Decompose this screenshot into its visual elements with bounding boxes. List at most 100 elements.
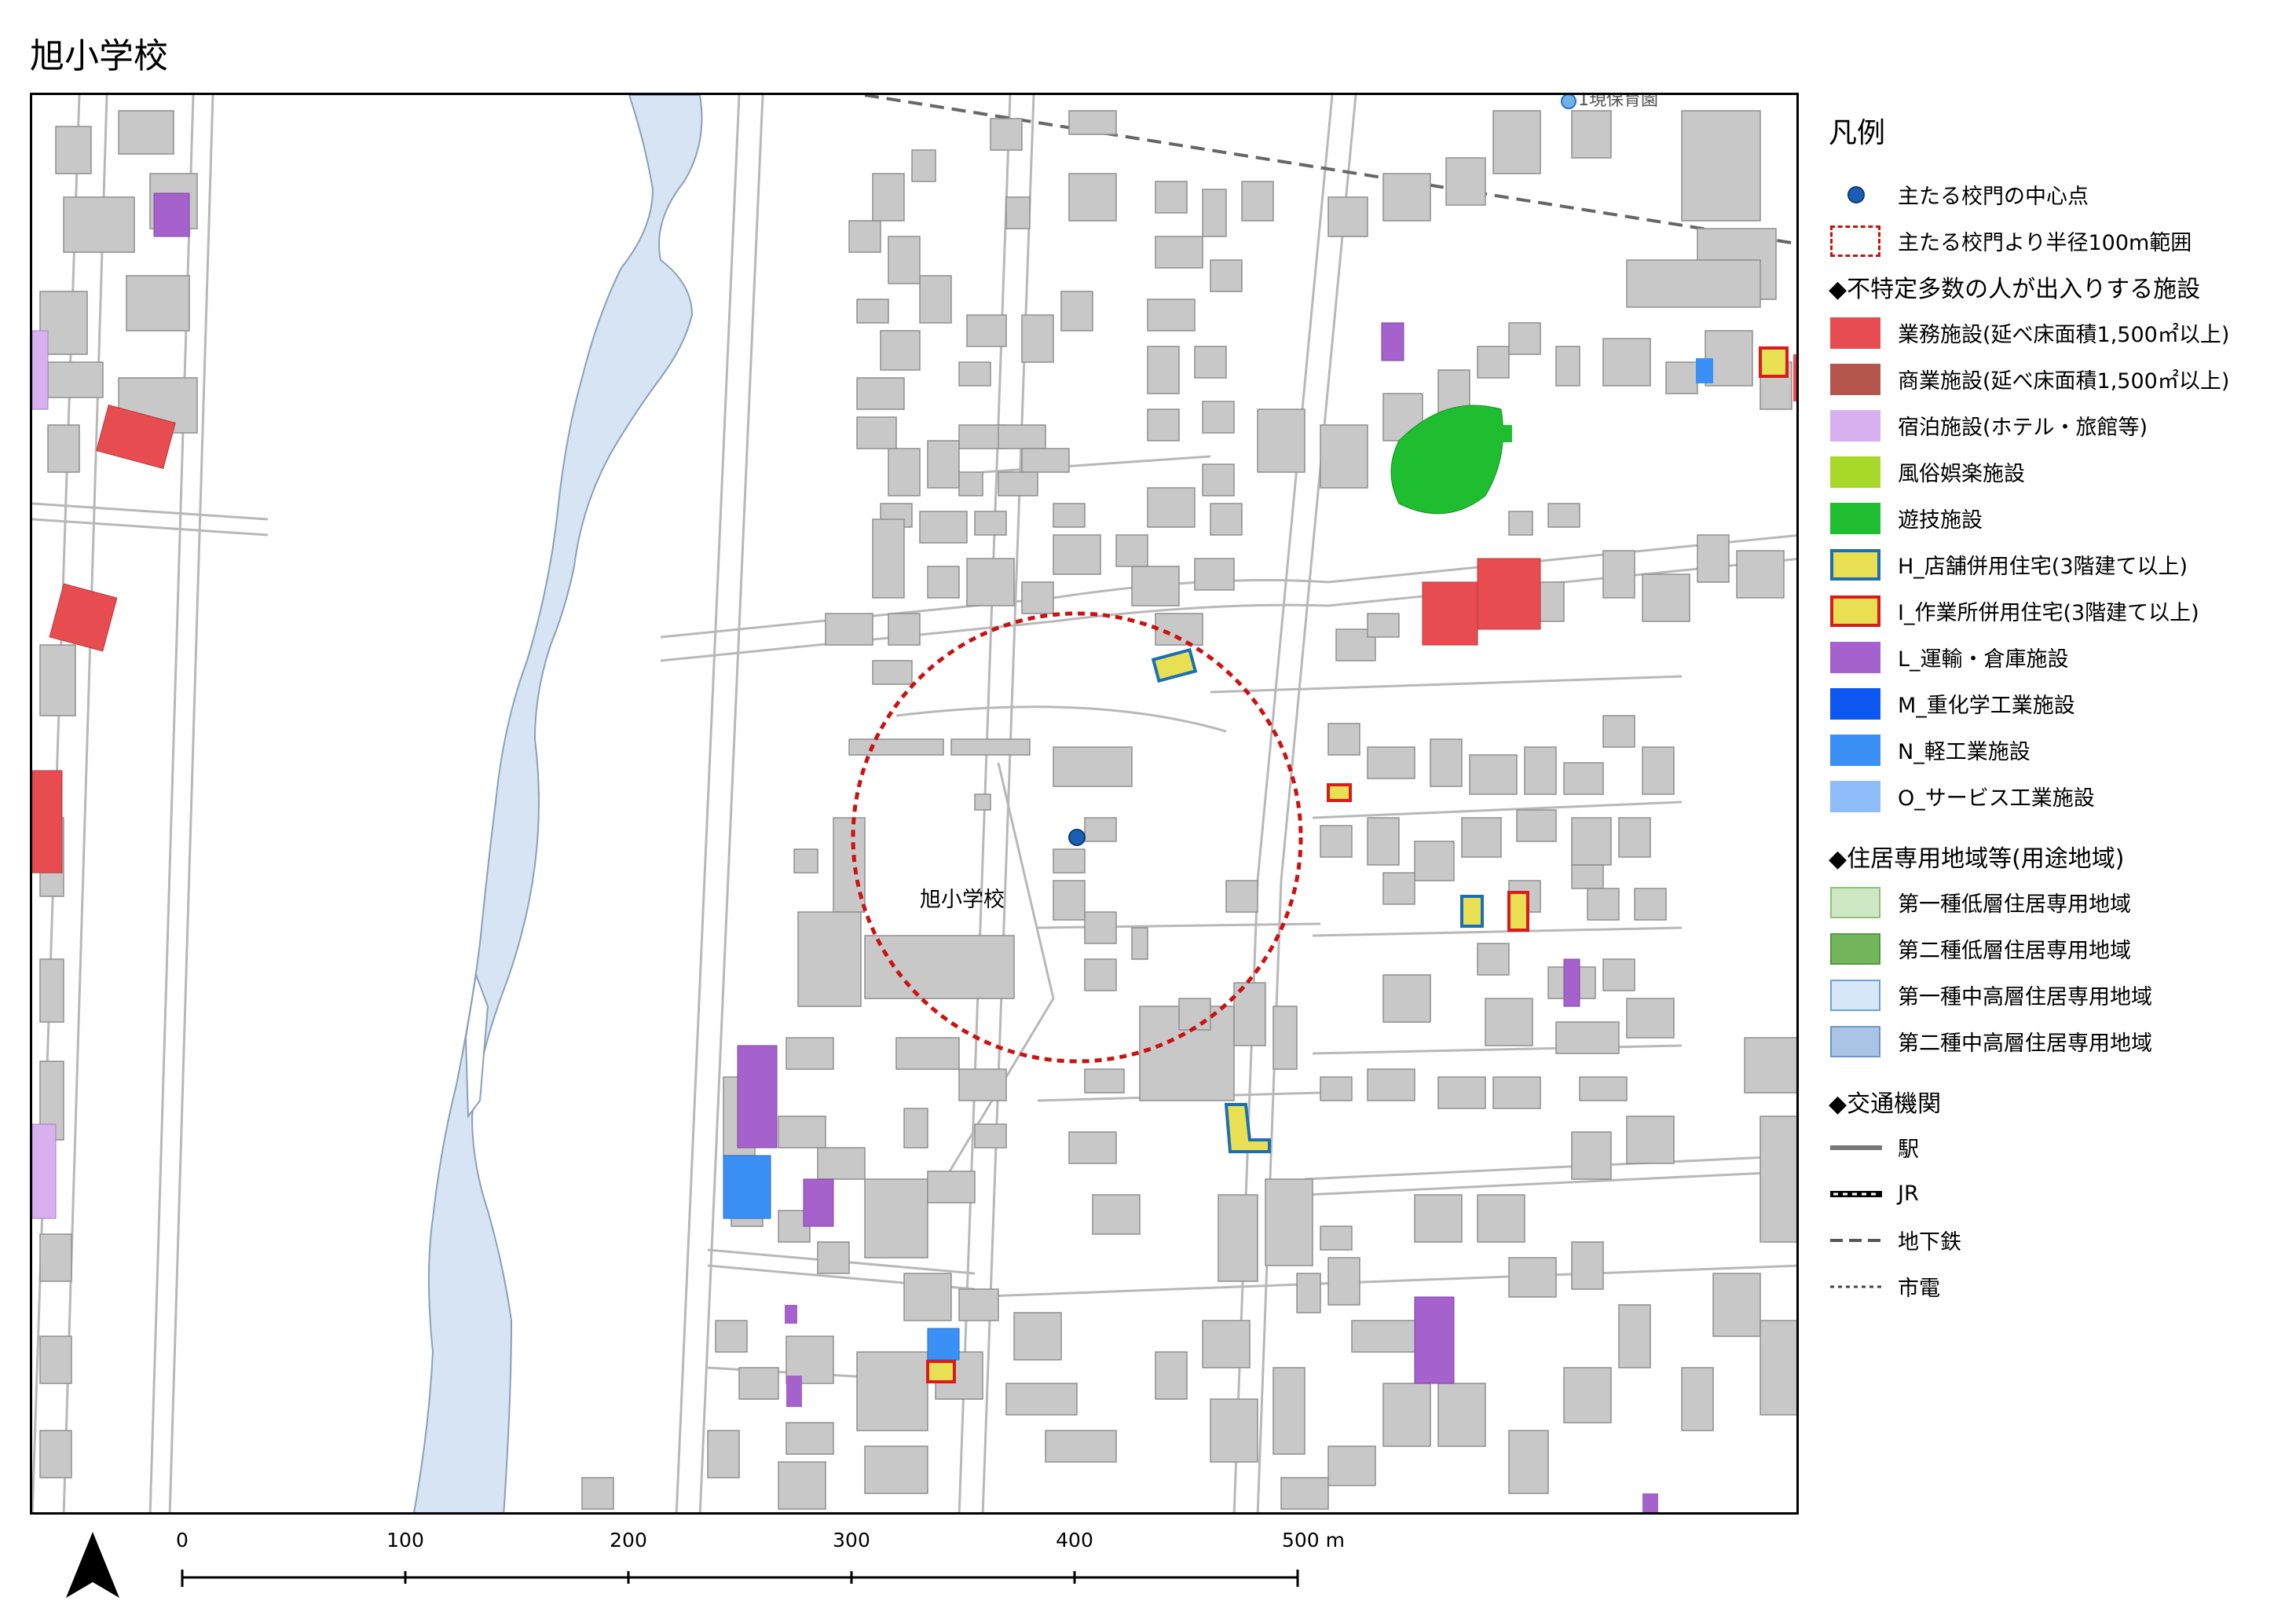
- amusement-facility: [1501, 425, 1512, 442]
- nursery-label: 1現保育園: [1578, 93, 1658, 110]
- transport-facility: [785, 1305, 797, 1324]
- facility-swatch-icon: [1829, 316, 1885, 350]
- legend-facility-item: N_軽工業施設: [1829, 727, 2292, 773]
- school-label: 旭小学校: [920, 888, 1005, 912]
- page-title: 旭小学校: [30, 36, 168, 76]
- legend-facility-item-label: 遊技施設: [1898, 508, 1983, 533]
- business-facility: [1793, 354, 1796, 401]
- light-industry: [927, 1328, 960, 1361]
- transport-facility: [153, 192, 190, 237]
- zoning-swatch-icon: [1829, 885, 1885, 920]
- scale-label: 200: [610, 1529, 647, 1552]
- business-facility: [1477, 558, 1541, 630]
- legend-facility-item-label: 業務施設(延べ床面積1,500㎡以上): [1898, 323, 2230, 347]
- map-canvas[interactable]: [32, 95, 1799, 1515]
- legend-transit-item-label: 地下鉄: [1898, 1230, 1961, 1255]
- legend-zoning-item: 第二種中高層住居専用地域: [1829, 1018, 2292, 1064]
- legend-transit-item: JR: [1829, 1171, 2292, 1217]
- workshop-residence: [1759, 346, 1789, 378]
- legend-facility-item-label: N_軽工業施設: [1898, 740, 2031, 764]
- shop-residence: [1460, 895, 1484, 928]
- legend-facility-item: 商業施設(延べ床面積1,500㎡以上): [1829, 356, 2292, 402]
- transport-facility: [1414, 1296, 1455, 1384]
- scale-label: 0: [176, 1529, 189, 1552]
- business-facility: [1422, 581, 1478, 646]
- nursery-point: [1561, 95, 1576, 109]
- jr-line-icon: [1829, 1177, 1885, 1211]
- legend-transit-item-label: JR: [1898, 1182, 1919, 1206]
- map-frame[interactable]: 旭小学校 1現保育園: [30, 93, 1799, 1515]
- legend-facility-item: 宿泊施設(ホテル・旅館等): [1829, 402, 2292, 449]
- transport-facility: [1563, 958, 1580, 1007]
- legend-facility-item-label: 宿泊施設(ホテル・旅館等): [1898, 416, 2148, 440]
- legend-facility-item: L_運輸・倉庫施設: [1829, 634, 2292, 680]
- legend-transit-item-label: 市電: [1898, 1277, 1940, 1301]
- facility-swatch-icon: [1829, 501, 1885, 536]
- scale-bar: 0 100 200 300 400 500 m: [0, 1516, 1414, 1623]
- transport-facility: [1642, 1493, 1658, 1512]
- zoning-legend-list: 第一種低層住居専用地域 第二種低層住居専用地域 第一種中高層住居専用地域 第二種中高層…: [1829, 879, 2292, 1064]
- business-facility: [32, 770, 63, 874]
- legend-facility-item: M_重化学工業施設: [1829, 680, 2292, 727]
- facility-swatch-icon: [1829, 408, 1885, 443]
- legend-facility-item: 風俗娯楽施設: [1829, 449, 2292, 495]
- facility-swatch-icon: [1829, 733, 1885, 768]
- zoning-swatch-icon: [1829, 978, 1885, 1013]
- transport-facility: [737, 1045, 778, 1149]
- legend-zoning-item-label: 第一種低層住居専用地域: [1898, 892, 2131, 917]
- zoning-swatch-icon: [1829, 1024, 1885, 1059]
- facility-swatch-icon: [1829, 455, 1885, 489]
- transport-facility: [803, 1178, 834, 1227]
- facility-swatch-icon: [1829, 362, 1885, 397]
- legend-facility-item: I_作業所併用住宅(3階建て以上): [1829, 588, 2292, 634]
- scale-label: 500 m: [1281, 1529, 1346, 1552]
- legend-zoning-item: 第二種低層住居専用地域: [1829, 925, 2292, 972]
- legend-transit-item: 地下鉄: [1829, 1217, 2292, 1263]
- legend-transit-item-label: 駅: [1898, 1138, 1919, 1162]
- river: [413, 95, 703, 1512]
- facility-swatch-icon: [1829, 640, 1885, 675]
- legend-school-point-label: 主たる校門の中心点: [1898, 185, 2089, 209]
- workshop-residence: [1507, 891, 1529, 932]
- legend-facility-item-label: 風俗娯楽施設: [1898, 462, 2025, 486]
- workshop-residence: [1327, 783, 1352, 802]
- legend-panel: 凡例 主たる校門の中心点 主たる校門より半径100m範囲 ◆不特定多数の人が出入…: [1829, 110, 2292, 1310]
- legend-zoning-item-label: 第一種中高層住居専用地域: [1898, 985, 2152, 1009]
- legend-zoning-item-label: 第二種低層住居専用地域: [1898, 939, 2131, 963]
- school-gate-point: [1068, 829, 1086, 846]
- facility-swatch-icon: [1829, 548, 1885, 582]
- transport-facility: [786, 1376, 802, 1407]
- facility-legend-list: 業務施設(延べ床面積1,500㎡以上) 商業施設(延べ床面積1,500㎡以上) 宿泊…: [1829, 310, 2292, 819]
- facilities-heading: ◆不特定多数の人が出入りする施設: [1829, 276, 2201, 303]
- facility-swatch-icon: [1829, 779, 1885, 814]
- legend-facility-item-label: H_店舗併用住宅(3階建て以上): [1898, 555, 2188, 579]
- legend-zoning-item-label: 第二種中高層住居専用地域: [1898, 1031, 2152, 1056]
- facility-swatch-icon: [1829, 687, 1885, 721]
- lodging-facility: [32, 1123, 57, 1219]
- shop-residence: [1224, 1103, 1271, 1153]
- scale-label: 300: [833, 1529, 870, 1552]
- transit-heading: ◆交通機関: [1829, 1090, 1942, 1118]
- light-industry: [723, 1155, 771, 1219]
- transport-facility: [1381, 322, 1404, 361]
- legend-radius: 主たる校門より半径100m範囲: [1829, 218, 2292, 264]
- legend-facility-item: H_店舗併用住宅(3階建て以上): [1829, 541, 2292, 588]
- legend-facility-item-label: O_サービス工業施設: [1898, 786, 2095, 811]
- zoning-swatch-icon: [1829, 932, 1885, 966]
- legend-transit-item: 市電: [1829, 1263, 2292, 1310]
- subway-line-icon: [1829, 1223, 1885, 1258]
- legend-facility-item-label: M_重化学工業施設: [1898, 694, 2075, 718]
- zoning-heading: ◆住居専用地域等(用途地域): [1829, 845, 2125, 873]
- legend-facility-item: 遊技施設: [1829, 495, 2292, 541]
- legend-facility-item: O_サービス工業施設: [1829, 773, 2292, 819]
- legend-facility-item-label: 商業施設(延べ床面積1,500㎡以上): [1898, 369, 2230, 394]
- scale-label: 100: [386, 1529, 424, 1552]
- radius-icon: [1829, 224, 1885, 258]
- buildings: [39, 110, 1796, 1510]
- workshop-residence: [926, 1360, 956, 1383]
- lodging-facility: [32, 330, 49, 410]
- legend-radius-label: 主たる校門より半径100m範囲: [1898, 231, 2192, 255]
- legend-transit-item: 駅: [1829, 1124, 2292, 1171]
- legend-zoning-item: 第一種低層住居専用地域: [1829, 879, 2292, 925]
- legend-facility-item: 業務施設(延べ床面積1,500㎡以上): [1829, 310, 2292, 356]
